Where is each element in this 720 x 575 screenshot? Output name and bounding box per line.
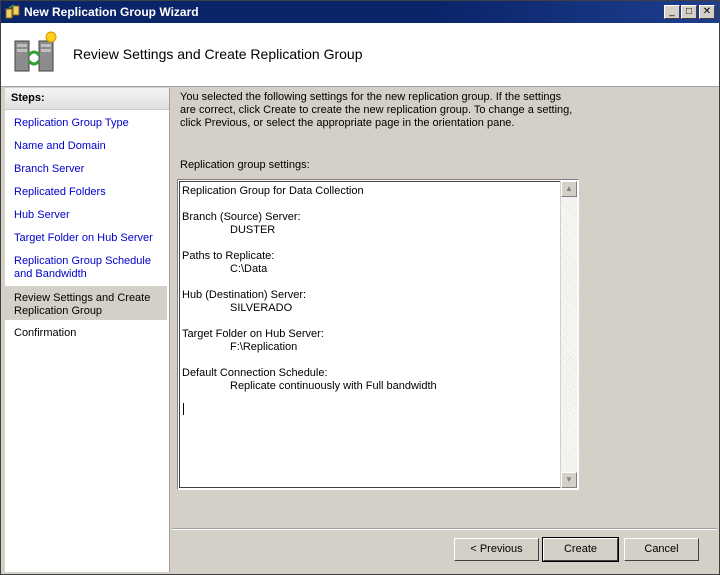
window-title: New Replication Group Wizard — [24, 5, 199, 19]
settings-label: Replication group settings: — [180, 159, 310, 171]
replication-app-icon — [5, 4, 20, 19]
main-content: You selected the following settings for … — [172, 88, 717, 572]
step-hub-server[interactable]: Hub Server — [5, 209, 167, 222]
previous-button[interactable]: < Previous — [454, 538, 539, 561]
scroll-down-icon[interactable]: ▼ — [561, 472, 577, 488]
description-text: You selected the following settings for … — [180, 91, 573, 129]
schedule-value: Replicate continuously with Full bandwid… — [230, 380, 437, 392]
paths-label: Paths to Replicate: — [182, 250, 275, 262]
cancel-button[interactable]: Cancel — [624, 538, 699, 561]
branch-label: Branch (Source) Server: — [182, 211, 301, 223]
step-schedule-bandwidth[interactable]: Replication Group Schedule and Bandwidth — [5, 255, 167, 281]
step-branch-server[interactable]: Branch Server — [5, 163, 167, 176]
text-caret — [183, 403, 184, 415]
maximize-button[interactable]: □ — [681, 5, 697, 19]
settings-text[interactable]: Replication Group for Data Collection Br… — [179, 181, 561, 488]
hub-value: SILVERADO — [230, 302, 293, 314]
footer-divider — [172, 528, 717, 530]
step-target-folder[interactable]: Target Folder on Hub Server — [5, 232, 167, 245]
step-replicated-folders[interactable]: Replicated Folders — [5, 186, 167, 199]
paths-value: C:\Data — [230, 263, 268, 275]
schedule-label: Default Connection Schedule: — [182, 367, 328, 379]
branch-value: DUSTER — [230, 224, 276, 236]
target-value: F:\Replication — [230, 341, 298, 353]
close-button[interactable]: ✕ — [699, 5, 715, 19]
step-name-and-domain[interactable]: Name and Domain — [5, 140, 167, 153]
target-label: Target Folder on Hub Server: — [182, 328, 324, 340]
create-button[interactable]: Create — [542, 537, 619, 562]
replication-server-icon — [14, 31, 57, 72]
step-review-settings: Review Settings and Create Replication G… — [5, 286, 167, 320]
minimize-button[interactable]: _ — [664, 5, 680, 19]
vertical-scrollbar[interactable]: ▲ ▼ — [560, 181, 577, 488]
page-title: Review Settings and Create Replication G… — [73, 46, 363, 62]
steps-pane: Steps: Replication Group Type Name and D… — [5, 88, 170, 572]
wizard-window: New Replication Group Wizard _ □ ✕ Revie… — [0, 0, 720, 575]
settings-textbox[interactable]: Replication Group for Data Collection Br… — [177, 179, 579, 490]
step-replication-group-type[interactable]: Replication Group Type — [5, 117, 167, 130]
step-confirmation: Confirmation — [14, 327, 77, 339]
title-bar[interactable]: New Replication Group Wizard _ □ ✕ — [1, 1, 719, 23]
scroll-up-icon[interactable]: ▲ — [561, 181, 577, 197]
hub-label: Hub (Destination) Server: — [182, 289, 307, 301]
wizard-header: Review Settings and Create Replication G… — [1, 23, 719, 87]
settings-group-title: Replication Group for Data Collection — [182, 185, 364, 197]
steps-heading: Steps: — [5, 88, 169, 110]
